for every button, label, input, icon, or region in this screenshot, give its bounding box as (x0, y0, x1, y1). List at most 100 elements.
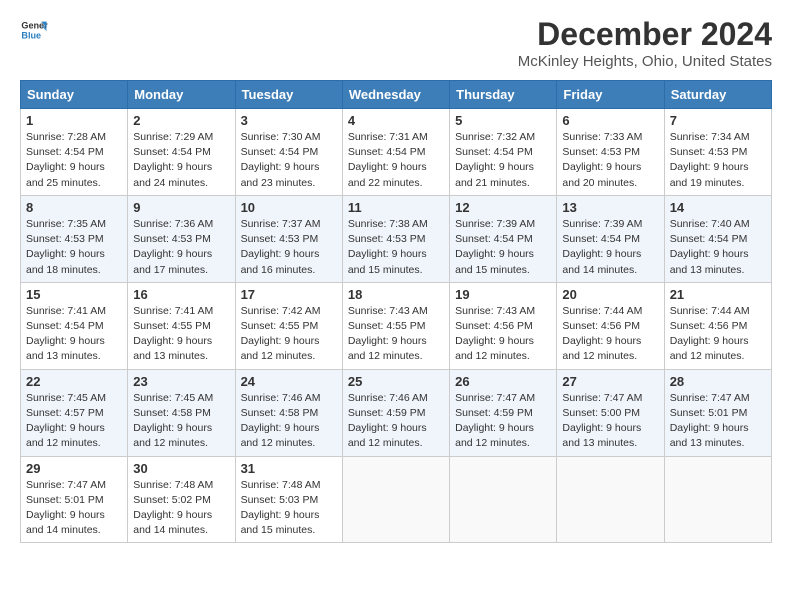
calendar-cell (664, 456, 771, 543)
sunrise-label: Sunrise: 7:48 AM (241, 479, 321, 491)
calendar-cell: 6 Sunrise: 7:33 AM Sunset: 4:53 PM Dayli… (557, 109, 664, 196)
sunset-label: Sunset: 4:53 PM (133, 233, 211, 245)
sunrise-label: Sunrise: 7:46 AM (241, 392, 321, 404)
sunset-label: Sunset: 5:03 PM (241, 494, 319, 506)
sunrise-label: Sunrise: 7:30 AM (241, 131, 321, 143)
sunrise-label: Sunrise: 7:39 AM (562, 218, 642, 230)
svg-text:Blue: Blue (21, 30, 41, 40)
day-info: Sunrise: 7:43 AM Sunset: 4:56 PM Dayligh… (455, 304, 551, 365)
sunrise-label: Sunrise: 7:47 AM (455, 392, 535, 404)
sunrise-label: Sunrise: 7:47 AM (562, 392, 642, 404)
sunrise-label: Sunrise: 7:31 AM (348, 131, 428, 143)
title-block: December 2024 McKinley Heights, Ohio, Un… (518, 16, 772, 70)
sunset-label: Sunset: 4:59 PM (348, 407, 426, 419)
daylight-label: Daylight: 9 hours and 13 minutes. (133, 335, 212, 362)
daylight-label: Daylight: 9 hours and 13 minutes. (562, 422, 641, 449)
daylight-label: Daylight: 9 hours and 17 minutes. (133, 248, 212, 275)
day-info: Sunrise: 7:42 AM Sunset: 4:55 PM Dayligh… (241, 304, 337, 365)
daylight-label: Daylight: 9 hours and 12 minutes. (133, 422, 212, 449)
day-number: 24 (241, 374, 337, 389)
sunset-label: Sunset: 5:01 PM (670, 407, 748, 419)
day-number: 28 (670, 374, 766, 389)
daylight-label: Daylight: 9 hours and 12 minutes. (26, 422, 105, 449)
daylight-label: Daylight: 9 hours and 13 minutes. (26, 335, 105, 362)
sunrise-label: Sunrise: 7:45 AM (133, 392, 213, 404)
daylight-label: Daylight: 9 hours and 12 minutes. (241, 422, 320, 449)
calendar-cell: 4 Sunrise: 7:31 AM Sunset: 4:54 PM Dayli… (342, 109, 449, 196)
daylight-label: Daylight: 9 hours and 21 minutes. (455, 161, 534, 188)
sunset-label: Sunset: 5:00 PM (562, 407, 640, 419)
sunrise-label: Sunrise: 7:34 AM (670, 131, 750, 143)
daylight-label: Daylight: 9 hours and 12 minutes. (241, 335, 320, 362)
sunset-label: Sunset: 4:53 PM (348, 233, 426, 245)
weekday-header-row: SundayMondayTuesdayWednesdayThursdayFrid… (21, 81, 772, 109)
calendar-cell: 21 Sunrise: 7:44 AM Sunset: 4:56 PM Dayl… (664, 282, 771, 369)
calendar-cell: 24 Sunrise: 7:46 AM Sunset: 4:58 PM Dayl… (235, 369, 342, 456)
day-number: 30 (133, 461, 229, 476)
month-title: December 2024 (518, 16, 772, 53)
calendar-week-row: 1 Sunrise: 7:28 AM Sunset: 4:54 PM Dayli… (21, 109, 772, 196)
sunrise-label: Sunrise: 7:37 AM (241, 218, 321, 230)
sunrise-label: Sunrise: 7:44 AM (670, 305, 750, 317)
day-info: Sunrise: 7:45 AM Sunset: 4:58 PM Dayligh… (133, 391, 229, 452)
sunset-label: Sunset: 5:02 PM (133, 494, 211, 506)
day-info: Sunrise: 7:34 AM Sunset: 4:53 PM Dayligh… (670, 130, 766, 191)
sunset-label: Sunset: 4:54 PM (455, 146, 533, 158)
sunrise-label: Sunrise: 7:39 AM (455, 218, 535, 230)
daylight-label: Daylight: 9 hours and 23 minutes. (241, 161, 320, 188)
day-number: 18 (348, 287, 444, 302)
sunrise-label: Sunrise: 7:41 AM (26, 305, 106, 317)
daylight-label: Daylight: 9 hours and 16 minutes. (241, 248, 320, 275)
day-info: Sunrise: 7:48 AM Sunset: 5:02 PM Dayligh… (133, 478, 229, 539)
day-number: 11 (348, 200, 444, 215)
day-number: 6 (562, 113, 658, 128)
calendar-cell: 31 Sunrise: 7:48 AM Sunset: 5:03 PM Dayl… (235, 456, 342, 543)
day-number: 8 (26, 200, 122, 215)
calendar-week-row: 29 Sunrise: 7:47 AM Sunset: 5:01 PM Dayl… (21, 456, 772, 543)
day-info: Sunrise: 7:47 AM Sunset: 5:00 PM Dayligh… (562, 391, 658, 452)
day-number: 13 (562, 200, 658, 215)
calendar-cell: 10 Sunrise: 7:37 AM Sunset: 4:53 PM Dayl… (235, 195, 342, 282)
calendar-cell: 7 Sunrise: 7:34 AM Sunset: 4:53 PM Dayli… (664, 109, 771, 196)
weekday-header-thursday: Thursday (450, 81, 557, 109)
calendar-cell: 19 Sunrise: 7:43 AM Sunset: 4:56 PM Dayl… (450, 282, 557, 369)
sunset-label: Sunset: 4:56 PM (670, 320, 748, 332)
day-number: 25 (348, 374, 444, 389)
day-number: 27 (562, 374, 658, 389)
day-number: 15 (26, 287, 122, 302)
day-info: Sunrise: 7:36 AM Sunset: 4:53 PM Dayligh… (133, 217, 229, 278)
calendar-cell: 25 Sunrise: 7:46 AM Sunset: 4:59 PM Dayl… (342, 369, 449, 456)
sunrise-label: Sunrise: 7:41 AM (133, 305, 213, 317)
calendar-cell (450, 456, 557, 543)
sunrise-label: Sunrise: 7:43 AM (455, 305, 535, 317)
calendar-cell: 3 Sunrise: 7:30 AM Sunset: 4:54 PM Dayli… (235, 109, 342, 196)
daylight-label: Daylight: 9 hours and 22 minutes. (348, 161, 427, 188)
sunrise-label: Sunrise: 7:46 AM (348, 392, 428, 404)
sunrise-label: Sunrise: 7:40 AM (670, 218, 750, 230)
logo: General Blue (20, 16, 48, 44)
calendar-cell (557, 456, 664, 543)
daylight-label: Daylight: 9 hours and 14 minutes. (562, 248, 641, 275)
day-info: Sunrise: 7:35 AM Sunset: 4:53 PM Dayligh… (26, 217, 122, 278)
daylight-label: Daylight: 9 hours and 12 minutes. (455, 422, 534, 449)
day-number: 12 (455, 200, 551, 215)
sunset-label: Sunset: 4:53 PM (241, 233, 319, 245)
day-info: Sunrise: 7:30 AM Sunset: 4:54 PM Dayligh… (241, 130, 337, 191)
day-info: Sunrise: 7:45 AM Sunset: 4:57 PM Dayligh… (26, 391, 122, 452)
sunrise-label: Sunrise: 7:32 AM (455, 131, 535, 143)
location: McKinley Heights, Ohio, United States (518, 53, 772, 70)
calendar-cell: 1 Sunrise: 7:28 AM Sunset: 4:54 PM Dayli… (21, 109, 128, 196)
sunrise-label: Sunrise: 7:48 AM (133, 479, 213, 491)
day-number: 26 (455, 374, 551, 389)
daylight-label: Daylight: 9 hours and 15 minutes. (241, 509, 320, 536)
calendar-cell: 23 Sunrise: 7:45 AM Sunset: 4:58 PM Dayl… (128, 369, 235, 456)
day-info: Sunrise: 7:38 AM Sunset: 4:53 PM Dayligh… (348, 217, 444, 278)
day-info: Sunrise: 7:47 AM Sunset: 5:01 PM Dayligh… (670, 391, 766, 452)
sunset-label: Sunset: 4:54 PM (455, 233, 533, 245)
calendar-cell: 22 Sunrise: 7:45 AM Sunset: 4:57 PM Dayl… (21, 369, 128, 456)
day-number: 22 (26, 374, 122, 389)
daylight-label: Daylight: 9 hours and 14 minutes. (26, 509, 105, 536)
sunset-label: Sunset: 4:54 PM (26, 146, 104, 158)
daylight-label: Daylight: 9 hours and 12 minutes. (348, 335, 427, 362)
daylight-label: Daylight: 9 hours and 12 minutes. (562, 335, 641, 362)
